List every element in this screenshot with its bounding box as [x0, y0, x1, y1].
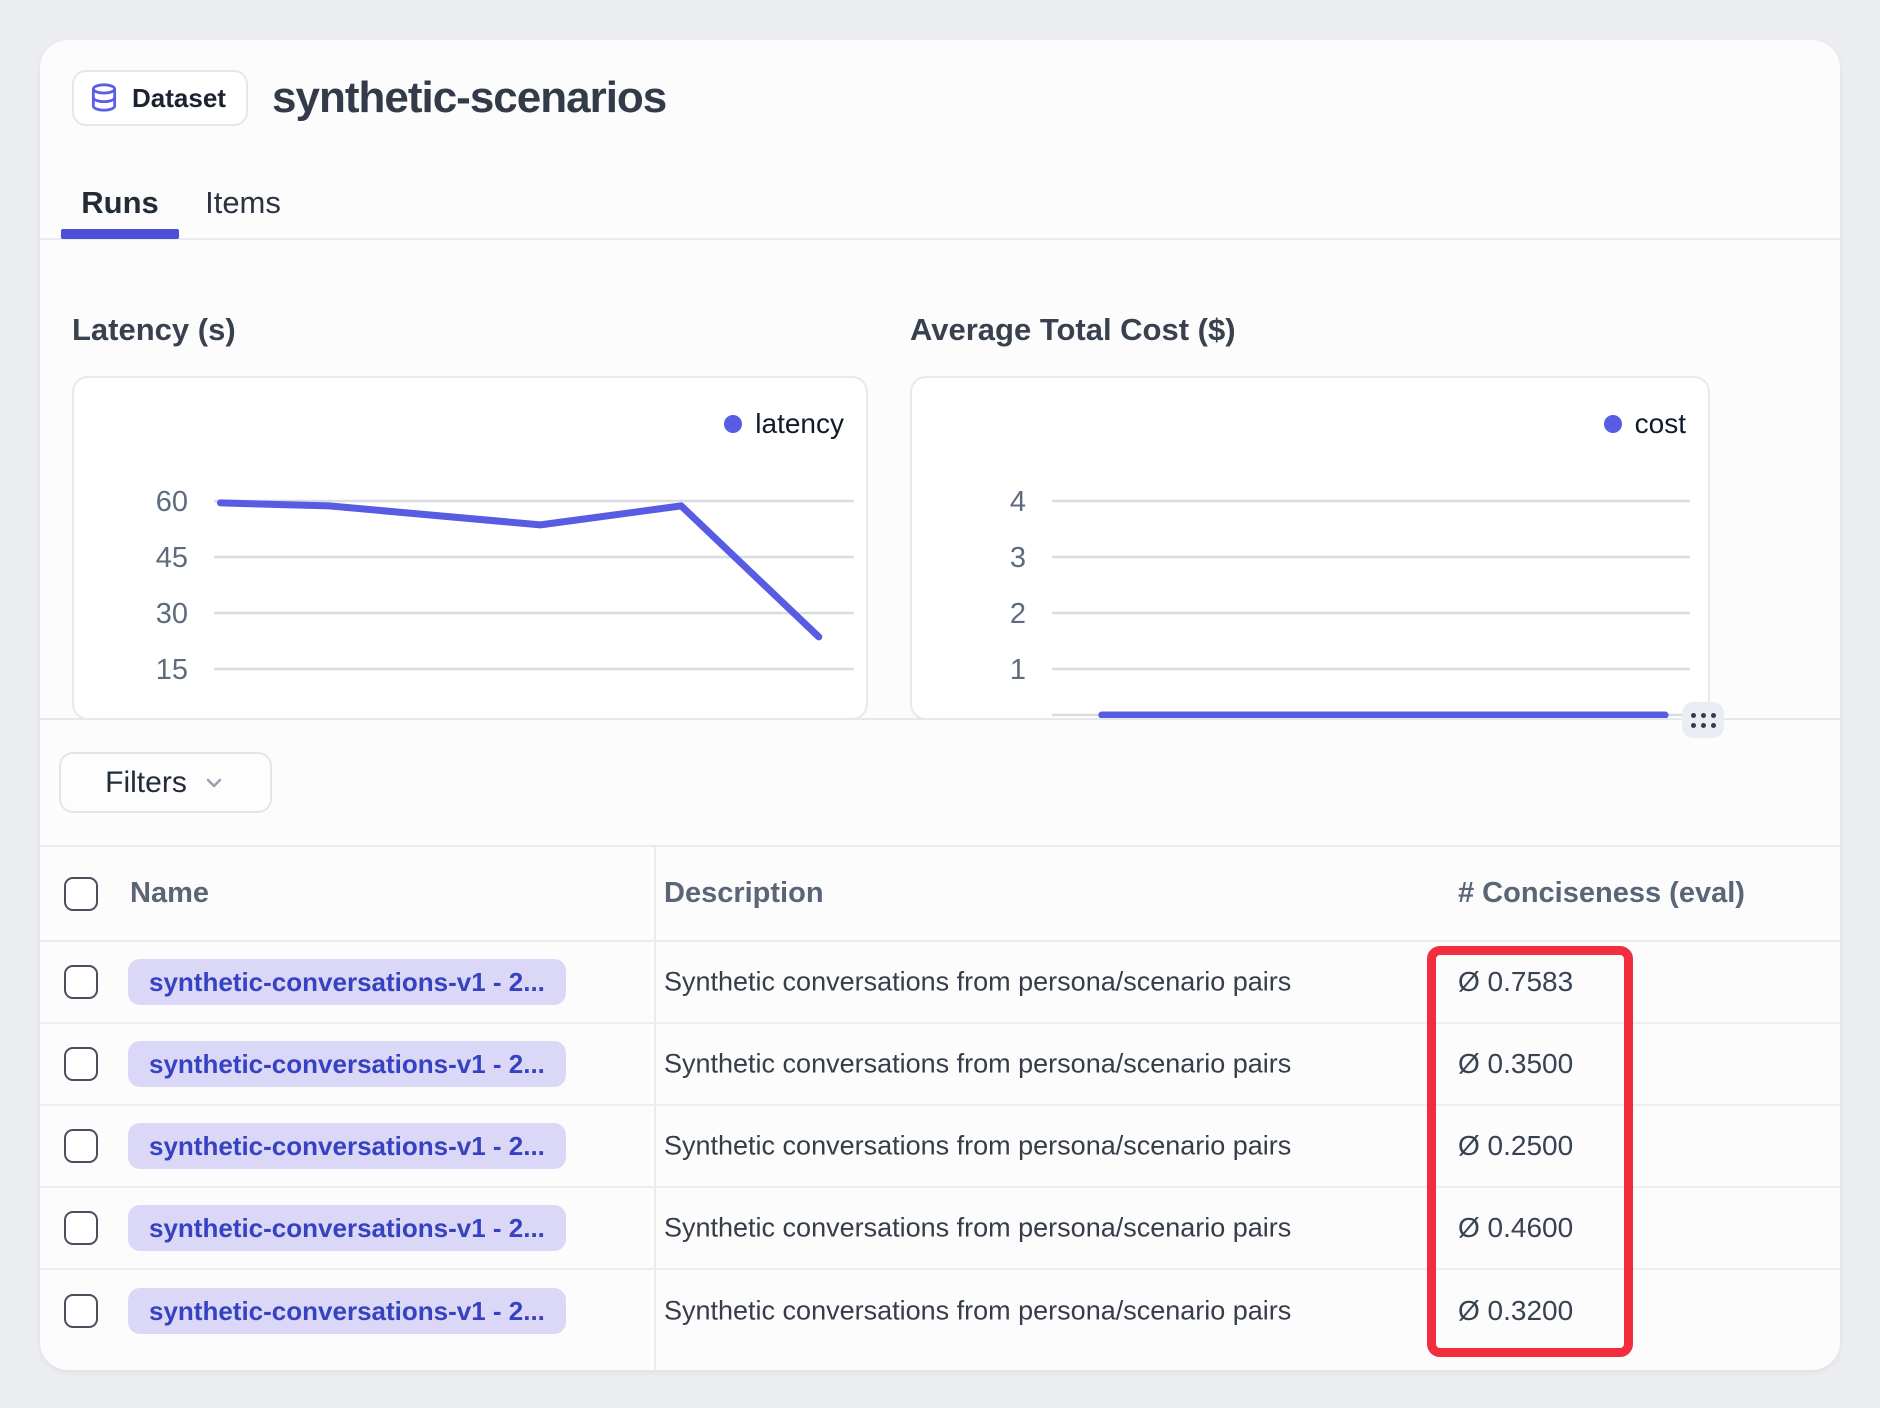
svg-text:60: 60	[156, 486, 188, 518]
run-name-label: synthetic-conversations-v1 - 2...	[149, 1213, 545, 1244]
svg-text:2: 2	[1010, 598, 1026, 630]
conciseness-value: Ø 0.4600	[1458, 1212, 1573, 1244]
row-checkbox[interactable]	[64, 965, 98, 999]
svg-text:3: 3	[1010, 542, 1026, 574]
tab-runs[interactable]: Runs	[61, 170, 179, 236]
latency-chart-title: Latency (s)	[72, 312, 236, 348]
row-checkbox[interactable]	[64, 1129, 98, 1163]
legend-label: cost	[1635, 408, 1686, 440]
page-title: synthetic-scenarios	[272, 73, 666, 123]
run-description: Synthetic conversations from persona/sce…	[664, 1296, 1291, 1327]
cost-line-chart: 4 3 2 1	[912, 378, 1708, 718]
select-all-checkbox[interactable]	[64, 877, 98, 911]
run-description: Synthetic conversations from persona/sce…	[664, 1213, 1291, 1244]
legend-label: latency	[755, 408, 844, 440]
chevron-down-icon	[202, 771, 226, 795]
row-checkbox[interactable]	[64, 1211, 98, 1245]
run-description: Synthetic conversations from persona/sce…	[664, 967, 1291, 998]
filters-button[interactable]: Filters	[59, 752, 272, 813]
table-row: synthetic-conversations-v1 - 2... Synthe…	[40, 1106, 1840, 1188]
svg-text:30: 30	[156, 598, 188, 630]
column-header-description: Description	[664, 847, 824, 940]
run-name-link[interactable]: synthetic-conversations-v1 - 2...	[128, 959, 566, 1005]
cost-chart-title: Average Total Cost ($)	[910, 312, 1236, 348]
legend-dot-icon	[1604, 415, 1622, 433]
svg-text:15: 15	[156, 654, 188, 686]
drag-handle-icon	[1691, 713, 1716, 728]
column-header-conciseness: # Conciseness (eval)	[1458, 847, 1745, 940]
conciseness-value: Ø 0.7583	[1458, 966, 1573, 998]
latency-chart-card: 60 45 30 15 latency	[72, 376, 868, 720]
tab-items[interactable]: Items	[183, 170, 303, 236]
table-header-row: Name Description # Conciseness (eval)	[40, 847, 1840, 942]
run-description: Synthetic conversations from persona/sce…	[664, 1131, 1291, 1162]
tab-bar: Runs Items	[40, 170, 1840, 240]
active-tab-indicator	[61, 229, 179, 239]
dataset-page-card: Dataset synthetic-scenarios Runs Items L…	[40, 40, 1840, 1370]
conciseness-value: Ø 0.3500	[1458, 1048, 1573, 1080]
run-name-link[interactable]: synthetic-conversations-v1 - 2...	[128, 1123, 566, 1169]
latency-legend[interactable]: latency	[724, 408, 844, 440]
run-name-label: synthetic-conversations-v1 - 2...	[149, 1131, 545, 1162]
conciseness-value: Ø 0.2500	[1458, 1130, 1573, 1162]
row-checkbox[interactable]	[64, 1047, 98, 1081]
column-header-name: Name	[130, 847, 209, 940]
svg-text:4: 4	[1010, 486, 1026, 518]
cost-legend[interactable]: cost	[1604, 408, 1686, 440]
dataset-type-badge: Dataset	[72, 70, 248, 126]
badge-label: Dataset	[132, 83, 226, 114]
legend-dot-icon	[724, 415, 742, 433]
run-description: Synthetic conversations from persona/sce…	[664, 1049, 1291, 1080]
conciseness-value: Ø 0.3200	[1458, 1295, 1573, 1327]
run-name-label: synthetic-conversations-v1 - 2...	[149, 1296, 545, 1327]
database-icon	[88, 82, 120, 114]
run-name-label: synthetic-conversations-v1 - 2...	[149, 1049, 545, 1080]
section-divider	[40, 718, 1840, 720]
run-name-link[interactable]: synthetic-conversations-v1 - 2...	[128, 1288, 566, 1334]
runs-table: Name Description # Conciseness (eval) sy…	[40, 845, 1840, 1370]
row-checkbox[interactable]	[64, 1294, 98, 1328]
cost-chart-card: 4 3 2 1 cost	[910, 376, 1710, 720]
filters-label: Filters	[105, 766, 187, 800]
svg-text:1: 1	[1010, 654, 1026, 686]
table-row: synthetic-conversations-v1 - 2... Synthe…	[40, 942, 1840, 1024]
run-name-link[interactable]: synthetic-conversations-v1 - 2...	[128, 1041, 566, 1087]
table-row: synthetic-conversations-v1 - 2... Synthe…	[40, 1270, 1840, 1352]
svg-text:45: 45	[156, 542, 188, 574]
table-row: synthetic-conversations-v1 - 2... Synthe…	[40, 1188, 1840, 1270]
run-name-label: synthetic-conversations-v1 - 2...	[149, 967, 545, 998]
table-row: synthetic-conversations-v1 - 2... Synthe…	[40, 1024, 1840, 1106]
run-name-link[interactable]: synthetic-conversations-v1 - 2...	[128, 1205, 566, 1251]
drag-handle-button[interactable]	[1682, 702, 1724, 738]
